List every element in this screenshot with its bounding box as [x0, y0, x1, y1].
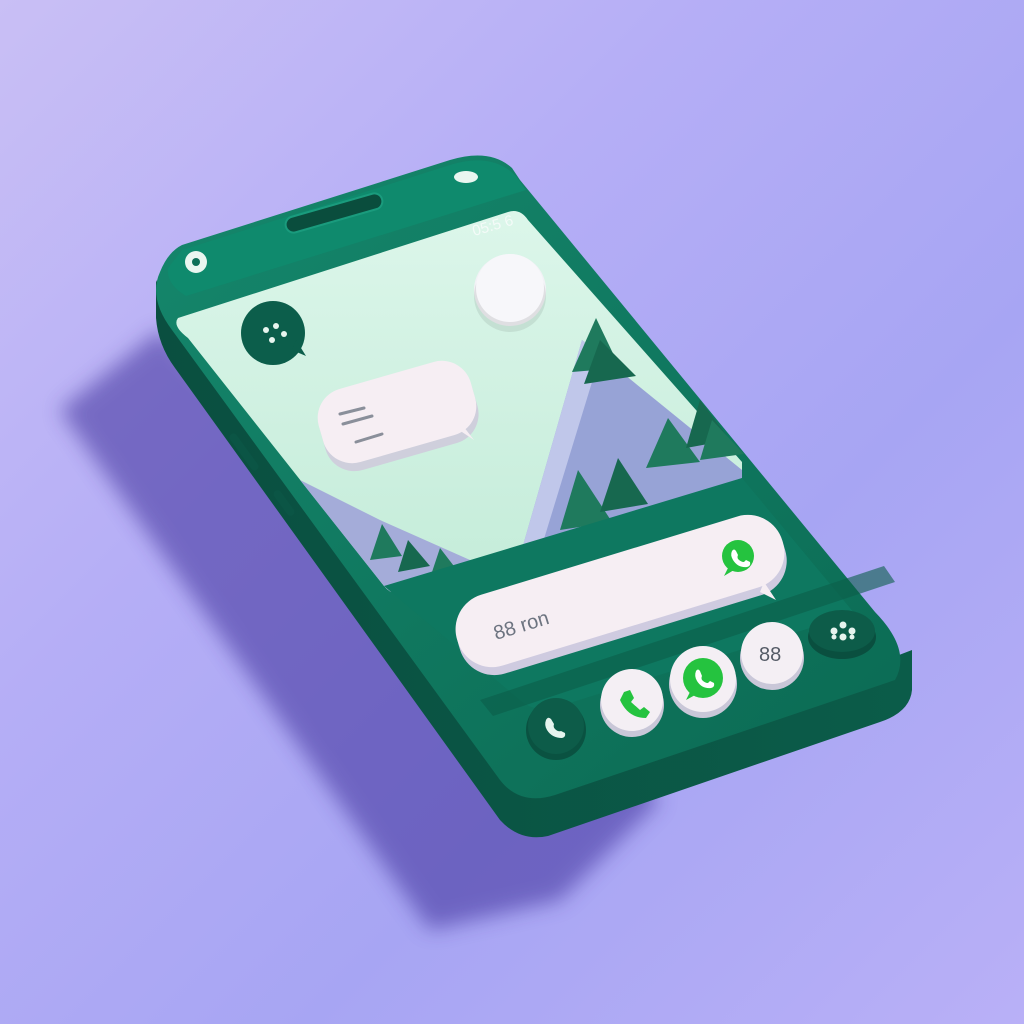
dock-button-contacts[interactable]: 88	[740, 622, 804, 690]
contacts-icon: 88	[759, 644, 781, 666]
dock-button-apps[interactable]	[808, 610, 876, 659]
scene: 05:5 6 88 ron 88	[60, 155, 912, 930]
dock-button-whatsapp[interactable]	[669, 646, 737, 718]
sensor-icon	[454, 171, 478, 183]
dock-button-call-bubble[interactable]	[600, 669, 664, 737]
